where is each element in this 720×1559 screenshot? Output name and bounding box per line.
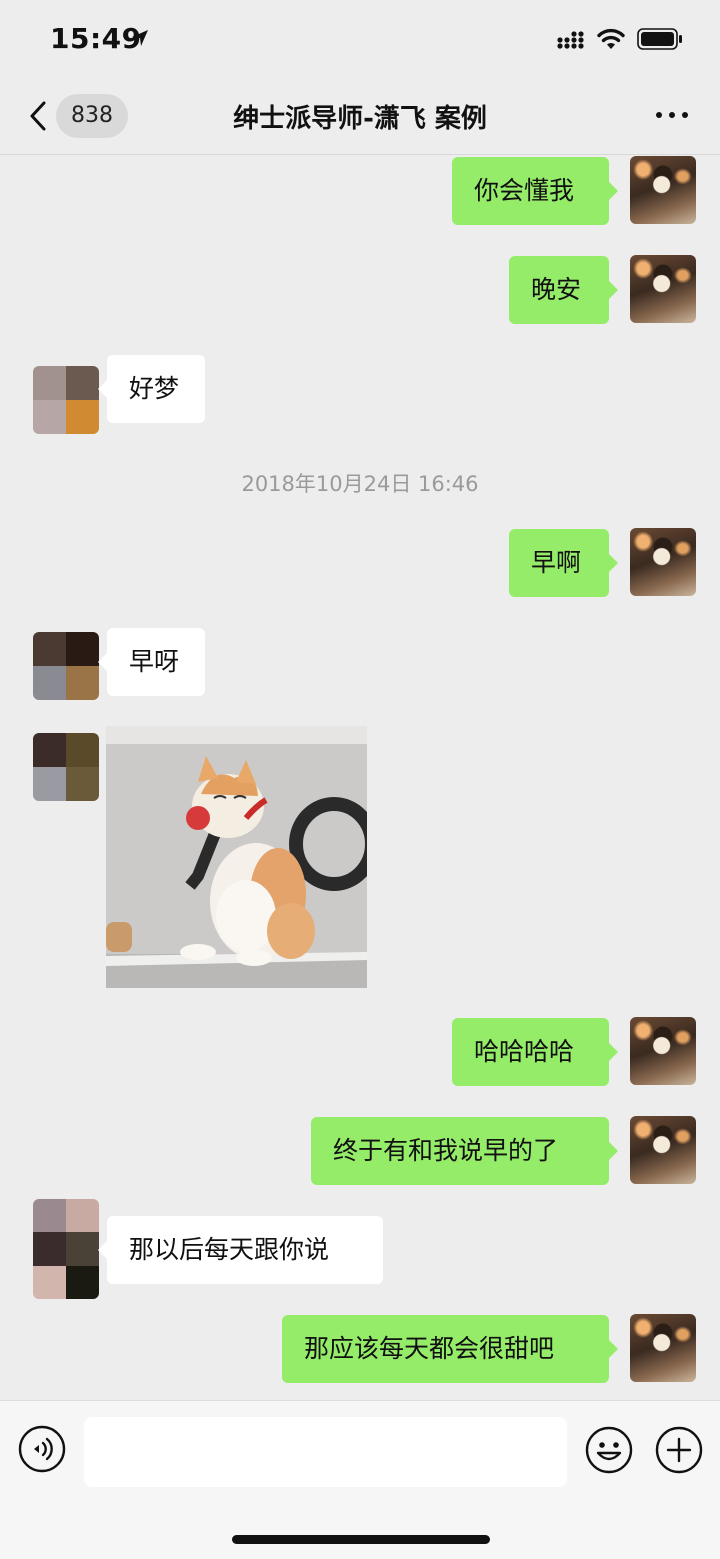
back-button[interactable]: 838: [24, 94, 134, 138]
my-avatar[interactable]: [630, 528, 696, 596]
my-avatar[interactable]: [630, 1017, 696, 1085]
location-arrow-icon: [132, 30, 148, 46]
signal-icon: [557, 31, 584, 49]
message-timestamp: 2018年10月24日 16:46: [241, 472, 479, 496]
my-avatar[interactable]: [630, 255, 696, 323]
emoji-icon[interactable]: [584, 1425, 634, 1475]
battery-icon: [637, 28, 682, 50]
chat-header: 838 绅士派导师-潇飞 案例: [0, 80, 720, 155]
voice-icon[interactable]: [18, 1425, 66, 1473]
message-bubble-received[interactable]: 好梦: [98, 355, 205, 423]
back-icon: [30, 101, 46, 131]
message-bubble-sent[interactable]: 终于有和我说早的了: [311, 1117, 618, 1185]
my-avatar[interactable]: [630, 1314, 696, 1382]
contact-avatar[interactable]: [33, 733, 99, 801]
contact-avatar[interactable]: [33, 1199, 99, 1299]
contact-avatar[interactable]: [33, 632, 99, 700]
unread-count-badge: 838: [56, 94, 128, 138]
message-bubble-sent[interactable]: 那应该每天都会很甜吧: [282, 1315, 618, 1383]
message-input[interactable]: [84, 1417, 567, 1487]
message-bubble-sent[interactable]: 晚安: [509, 256, 618, 324]
status-time: 15:49: [50, 22, 142, 55]
message-bubble-sent[interactable]: 哈哈哈哈: [452, 1018, 618, 1086]
cat-picture: [106, 726, 367, 988]
my-avatar[interactable]: [630, 1116, 696, 1184]
status-bar: 15:49: [0, 0, 720, 80]
input-bar: [0, 1400, 720, 1559]
message-bubble-sent[interactable]: 你会懂我: [452, 157, 618, 225]
contact-avatar[interactable]: [33, 366, 99, 434]
message-bubble-received[interactable]: 那以后每天跟你说: [98, 1216, 383, 1284]
home-indicator: [232, 1535, 490, 1544]
cat-sticker-image[interactable]: [106, 726, 367, 988]
message-bubble-sent[interactable]: 早啊: [509, 529, 618, 597]
my-avatar[interactable]: [630, 156, 696, 224]
message-bubble-received[interactable]: 早呀: [98, 628, 205, 696]
wifi-icon: [597, 28, 625, 49]
chat-title: 绅士派导师-潇飞 案例: [233, 104, 487, 134]
plus-icon[interactable]: [654, 1425, 704, 1475]
more-button[interactable]: [650, 100, 694, 130]
message-list[interactable]: 你会懂我 晚安 好梦 2018年10月24日 16:46 早啊 早呀 哈哈哈哈 …: [0, 154, 720, 1400]
